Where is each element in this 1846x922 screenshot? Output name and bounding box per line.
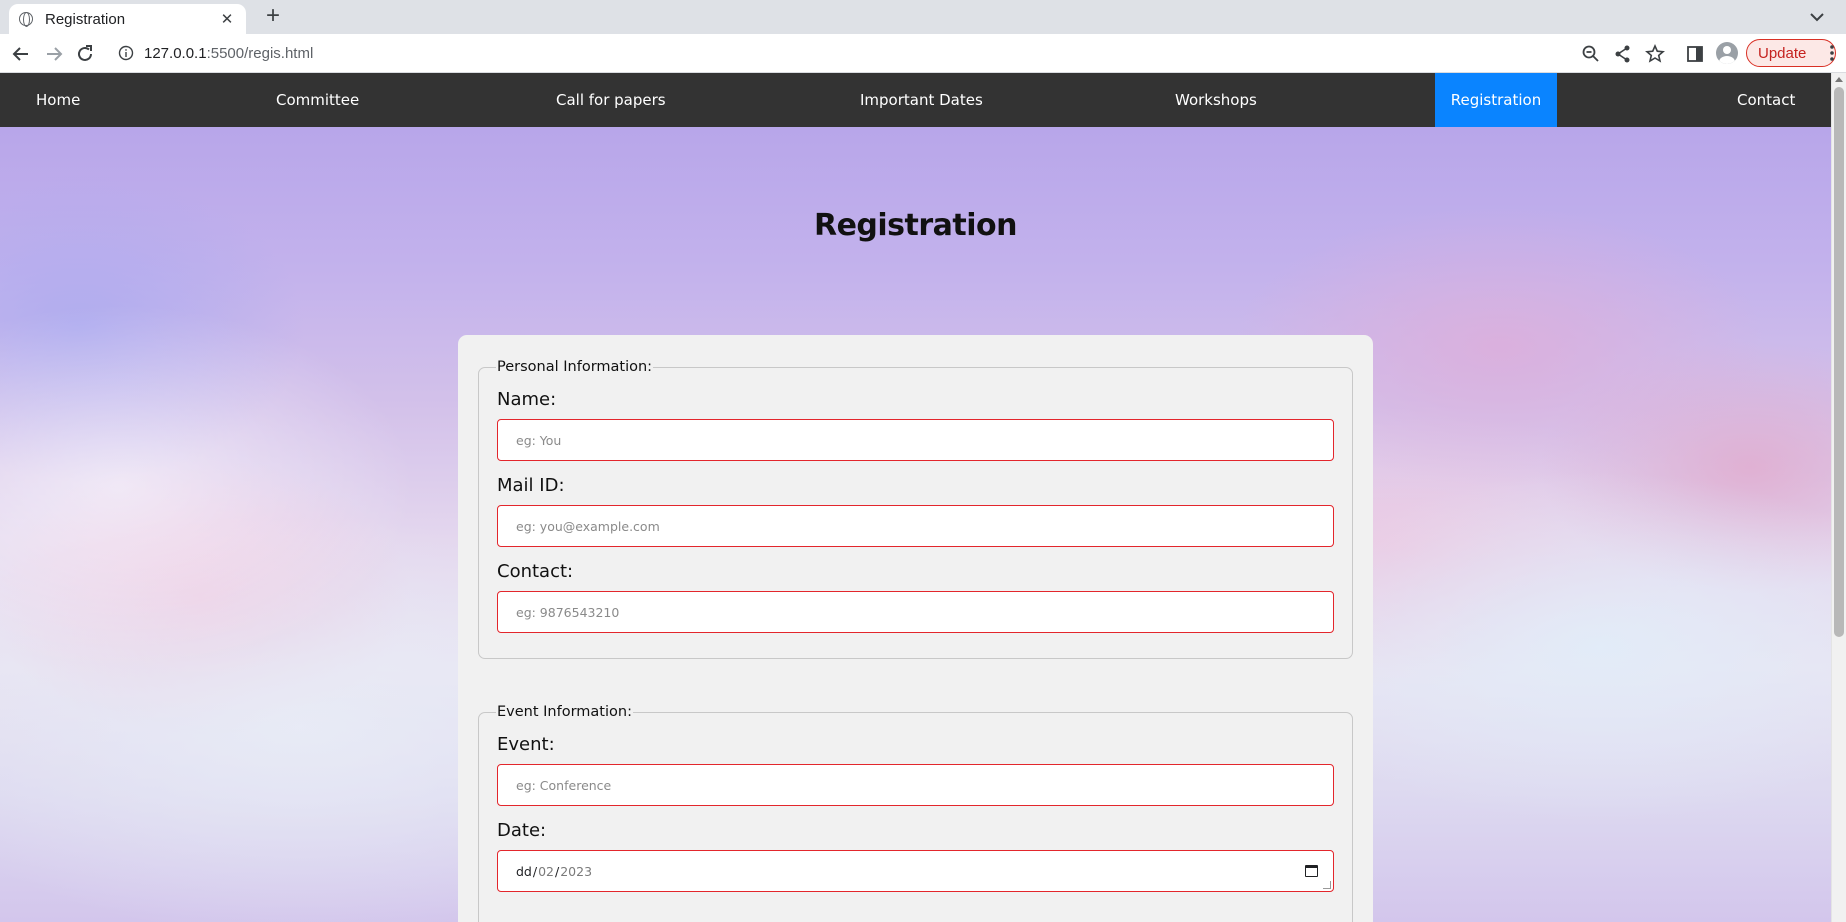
address-bar[interactable]: 127.0.0.1:5500/regis.html bbox=[110, 38, 1710, 68]
url-path: :5500/regis.html bbox=[206, 44, 314, 62]
info-icon[interactable] bbox=[118, 45, 134, 61]
page-scrollbar[interactable] bbox=[1831, 73, 1846, 922]
mail-id-input[interactable] bbox=[497, 505, 1334, 547]
event-input[interactable] bbox=[497, 764, 1334, 806]
chevron-down-icon[interactable] bbox=[1808, 8, 1826, 26]
globe-icon bbox=[19, 12, 33, 27]
nav-committee[interactable]: Committee bbox=[276, 73, 359, 127]
date-label: Date: bbox=[497, 820, 547, 841]
scroll-up-arrow-icon[interactable] bbox=[1835, 77, 1843, 82]
browser-tab-bar: Registration ✕ + bbox=[0, 0, 1846, 34]
page-viewport: Home Committee Call for papers Important… bbox=[0, 73, 1846, 922]
date-day-segment[interactable]: dd bbox=[516, 864, 532, 879]
personal-information-fieldset: Personal Information: Name: Mail ID: Con… bbox=[478, 359, 1353, 659]
tab-title: Registration bbox=[45, 10, 126, 28]
nav-important-dates[interactable]: Important Dates bbox=[860, 73, 983, 127]
date-separator: / bbox=[532, 863, 538, 879]
nav-home[interactable]: Home bbox=[36, 73, 80, 127]
registration-form: Personal Information: Name: Mail ID: Con… bbox=[458, 335, 1373, 922]
contact-input[interactable] bbox=[497, 591, 1334, 633]
nav-registration[interactable]: Registration bbox=[1435, 73, 1557, 127]
resize-grip-icon[interactable] bbox=[1323, 881, 1331, 889]
side-panel-icon[interactable] bbox=[1684, 43, 1706, 65]
nav-workshops[interactable]: Workshops bbox=[1175, 73, 1257, 127]
top-navbar: Home Committee Call for papers Important… bbox=[0, 73, 1831, 127]
browser-tab[interactable]: Registration ✕ bbox=[9, 4, 246, 34]
date-month-segment[interactable]: 02 bbox=[538, 864, 554, 879]
date-separator: / bbox=[555, 863, 560, 879]
contact-label: Contact: bbox=[497, 561, 574, 582]
nav-contact[interactable]: Contact bbox=[1737, 73, 1795, 127]
event-label: Event: bbox=[497, 734, 555, 755]
name-label: Name: bbox=[497, 389, 557, 410]
close-tab-icon[interactable]: ✕ bbox=[218, 10, 236, 28]
zoom-icon[interactable] bbox=[1580, 43, 1602, 65]
event-information-legend: Event Information: bbox=[497, 704, 632, 720]
update-button[interactable]: Update bbox=[1746, 39, 1836, 67]
name-input[interactable] bbox=[497, 419, 1334, 461]
nav-call-for-papers[interactable]: Call for papers bbox=[556, 73, 666, 127]
bookmark-star-icon[interactable] bbox=[1644, 43, 1666, 65]
forward-arrow-icon[interactable] bbox=[43, 43, 65, 65]
browser-toolbar: 127.0.0.1:5500/regis.html Update bbox=[0, 34, 1846, 73]
reload-icon[interactable] bbox=[74, 43, 96, 65]
new-tab-button[interactable]: + bbox=[260, 4, 286, 30]
more-menu-icon[interactable] bbox=[1830, 44, 1834, 62]
share-icon[interactable] bbox=[1612, 43, 1634, 65]
mail-id-label: Mail ID: bbox=[497, 475, 565, 496]
personal-information-legend: Personal Information: bbox=[497, 359, 653, 375]
profile-avatar-icon[interactable] bbox=[1716, 42, 1738, 64]
scroll-thumb[interactable] bbox=[1834, 87, 1844, 637]
page-title: Registration bbox=[813, 208, 1018, 243]
date-input[interactable]: dd/02/2023 bbox=[497, 850, 1334, 892]
url-host: 127.0.0.1 bbox=[144, 44, 207, 62]
event-information-fieldset: Event Information: Event: Date: dd/02/20… bbox=[478, 704, 1353, 922]
url-text: 127.0.0.1:5500/regis.html bbox=[144, 45, 313, 62]
back-arrow-icon[interactable] bbox=[10, 43, 32, 65]
calendar-icon[interactable] bbox=[1305, 865, 1318, 877]
date-year-segment[interactable]: 2023 bbox=[560, 864, 592, 879]
